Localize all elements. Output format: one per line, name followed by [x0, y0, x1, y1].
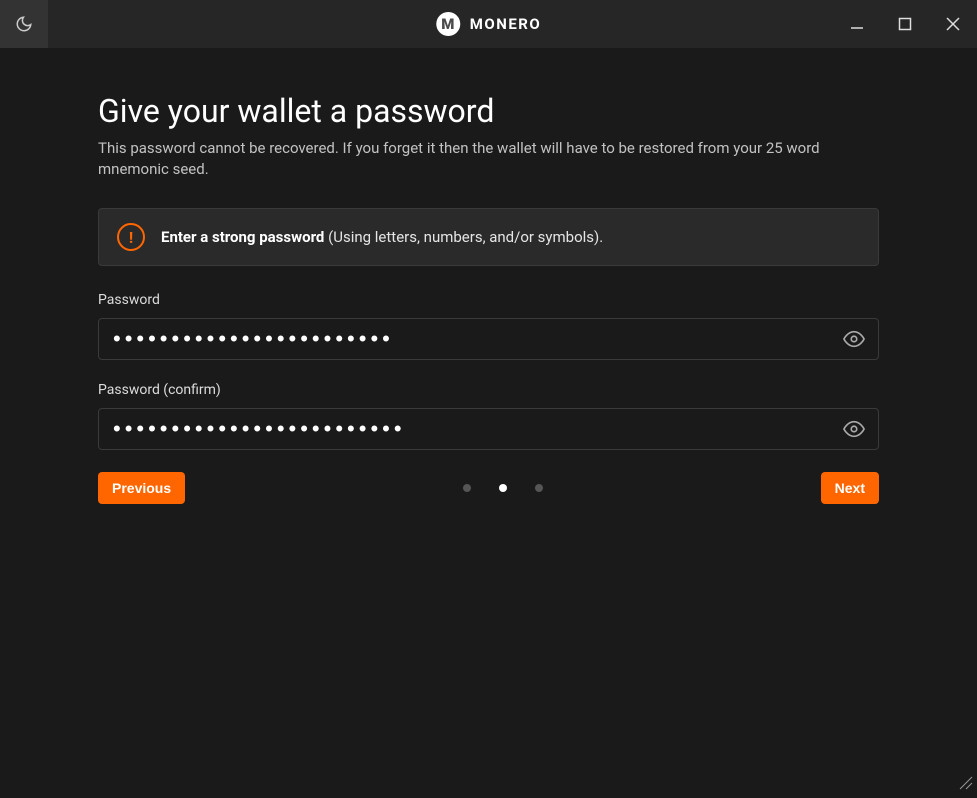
password-confirm-visibility-toggle[interactable] [839, 414, 869, 444]
previous-button[interactable]: Previous [98, 472, 185, 504]
resize-handle[interactable] [959, 775, 973, 794]
theme-toggle-button[interactable] [0, 0, 48, 48]
content-area: Give your wallet a password This passwor… [0, 48, 977, 504]
page-subheading: This password cannot be recovered. If yo… [98, 138, 879, 180]
app-title: MONERO [470, 15, 541, 33]
eye-icon [843, 328, 865, 350]
password-input[interactable] [98, 318, 879, 360]
close-button[interactable] [929, 0, 977, 48]
warning-box: ! Enter a strong password (Using letters… [98, 208, 879, 266]
password-confirm-label: Password (confirm) [98, 382, 879, 398]
maximize-icon [898, 17, 912, 31]
close-icon [946, 17, 960, 31]
minimize-button[interactable] [833, 0, 881, 48]
window-controls [833, 0, 977, 48]
password-label: Password [98, 292, 879, 308]
step-dot-3[interactable] [535, 484, 543, 492]
maximize-button[interactable] [881, 0, 929, 48]
step-dots [463, 484, 543, 492]
warning-text: Enter a strong password (Using letters, … [161, 228, 603, 246]
step-dot-2[interactable] [499, 484, 507, 492]
password-input-wrap [98, 318, 879, 360]
password-visibility-toggle[interactable] [839, 324, 869, 354]
title-center: M MONERO [436, 12, 541, 36]
resize-icon [959, 776, 973, 790]
next-button[interactable]: Next [821, 472, 879, 504]
password-confirm-input[interactable] [98, 408, 879, 450]
step-dot-1[interactable] [463, 484, 471, 492]
warning-strong: Enter a strong password [161, 228, 324, 246]
monero-logo-icon: M [436, 12, 460, 36]
warning-icon: ! [117, 223, 145, 251]
password-confirm-input-wrap [98, 408, 879, 450]
eye-icon [843, 418, 865, 440]
minimize-icon [850, 17, 864, 31]
warning-rest: (Using letters, numbers, and/or symbols)… [324, 228, 603, 246]
titlebar: M MONERO [0, 0, 977, 48]
moon-icon [15, 15, 33, 33]
page-heading: Give your wallet a password [98, 92, 879, 130]
nav-row: Previous Next [98, 472, 879, 504]
